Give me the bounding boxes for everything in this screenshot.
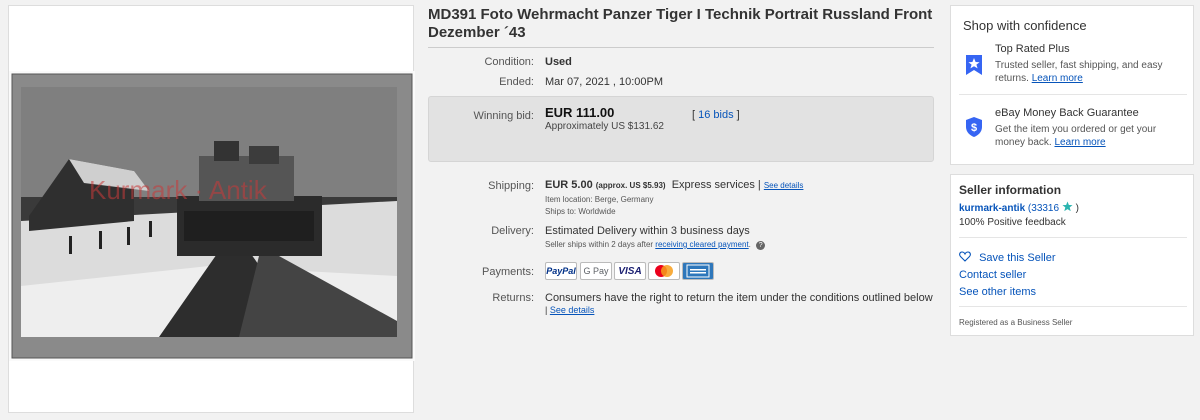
payments-label: Payments: xyxy=(482,266,534,278)
approx-value: Approximately US $131.62 xyxy=(545,121,664,132)
delivery-value: Estimated Delivery within 3 business day… xyxy=(545,225,750,237)
money-back-title: eBay Money Back Guarantee xyxy=(995,107,1139,119)
positive-feedback: 100% Positive feedback xyxy=(959,217,1066,228)
seller-name-link[interactable]: kurmark-antik xyxy=(959,203,1025,214)
item-title: MD391 Foto Wehrmacht Panzer Tiger I Tech… xyxy=(428,6,933,41)
shipping-service: Express services xyxy=(671,179,755,191)
seller-heading: Seller information xyxy=(959,183,1062,197)
ships-to: Ships to: Worldwide xyxy=(545,207,616,216)
shipping-approx: (approx. US $5.93) xyxy=(595,181,666,190)
returns-details-link[interactable]: See details xyxy=(550,305,595,315)
returns-details: | See details xyxy=(545,305,594,315)
ended-label: Ended: xyxy=(499,76,534,88)
seller-divider xyxy=(959,237,1187,238)
money-back-desc: Get the item you ordered or get your mon… xyxy=(995,123,1185,149)
svg-text:$: $ xyxy=(971,122,977,134)
shipping-separator: | xyxy=(757,179,761,191)
bids-count: [ 16 bids ] xyxy=(692,109,740,121)
top-rated-desc: Trusted seller, fast shipping, and easy … xyxy=(995,59,1185,85)
money-back-learn-more[interactable]: Learn more xyxy=(1054,137,1105,148)
watermark-text: Kurmark · Antik xyxy=(89,175,268,205)
ended-value: Mar 07, 2021 , 10:00PM xyxy=(545,76,664,88)
delivery-note-suffix: . xyxy=(748,240,751,249)
condition-value: Used xyxy=(545,56,572,68)
returns-label: Returns: xyxy=(492,292,534,304)
title-divider xyxy=(428,47,934,48)
top-rated-icon xyxy=(966,55,982,75)
returns-value: Consumers have the right to return the i… xyxy=(545,292,933,304)
google-pay-icon: G Pay xyxy=(580,262,612,280)
seller-divider-2 xyxy=(959,306,1187,307)
contact-seller-link[interactable]: Contact seller xyxy=(959,269,1026,281)
top-rated-title: Top Rated Plus xyxy=(995,43,1070,55)
shipping-label: Shipping: xyxy=(488,180,534,192)
heart-icon[interactable] xyxy=(959,251,971,262)
bids-link[interactable]: 16 bids xyxy=(698,109,733,121)
bids-bracket-close: ] xyxy=(736,109,740,121)
see-other-items-link[interactable]: See other items xyxy=(959,286,1036,298)
shipping-details-link[interactable]: See details xyxy=(764,181,804,190)
cleared-payment-link[interactable]: receiving cleared payment xyxy=(655,240,748,249)
business-seller-note: Registered as a Business Seller xyxy=(959,318,1073,327)
help-icon[interactable]: ? xyxy=(756,241,766,250)
delivery-note: Seller ships within 2 days after receivi… xyxy=(545,240,766,250)
item-location: Item location: Berge, Germany xyxy=(545,195,654,204)
feedback-score[interactable]: (33316 xyxy=(1028,203,1059,214)
amex-icon xyxy=(682,262,714,280)
delivery-label: Delivery: xyxy=(491,225,534,237)
winning-bid-box xyxy=(428,96,934,162)
seller-info-card: Seller information kurmark-antik (33316 … xyxy=(950,174,1194,336)
shop-with-confidence-card: Shop with confidence Top Rated Plus Trus… xyxy=(950,5,1194,165)
shipping-cost: EUR 5.00 xyxy=(545,179,593,191)
visa-icon: VISA xyxy=(614,262,646,280)
shipping-value: EUR 5.00 (approx. US $5.93) Express serv… xyxy=(545,179,803,191)
returns-separator: | xyxy=(545,305,548,315)
save-seller-row[interactable]: Save this Seller xyxy=(959,251,1056,264)
seller-name-row: kurmark-antik (33316 ) xyxy=(959,201,1079,214)
confidence-heading: Shop with confidence xyxy=(963,18,1087,33)
condition-label: Condition: xyxy=(484,56,534,68)
paypal-icon: PayPal xyxy=(545,262,577,280)
delivery-note-text: Seller ships within 2 days after xyxy=(545,240,656,249)
winning-bid-value: EUR 111.00 xyxy=(545,105,615,120)
feedback-star-icon xyxy=(1062,201,1073,212)
feedback-close: ) xyxy=(1075,203,1079,214)
top-rated-learn-more[interactable]: Learn more xyxy=(1032,73,1083,84)
confidence-divider xyxy=(959,94,1187,95)
item-photo[interactable]: Kurmark · Antik xyxy=(9,71,415,361)
save-seller-link[interactable]: Save this Seller xyxy=(979,252,1055,264)
winning-bid-label: Winning bid: xyxy=(473,110,534,122)
mastercard-icon xyxy=(648,262,680,280)
money-back-shield-icon: $ xyxy=(966,117,982,137)
item-image-panel[interactable]: Kurmark · Antik xyxy=(8,5,415,413)
bids-bracket-open: [ xyxy=(692,109,696,121)
